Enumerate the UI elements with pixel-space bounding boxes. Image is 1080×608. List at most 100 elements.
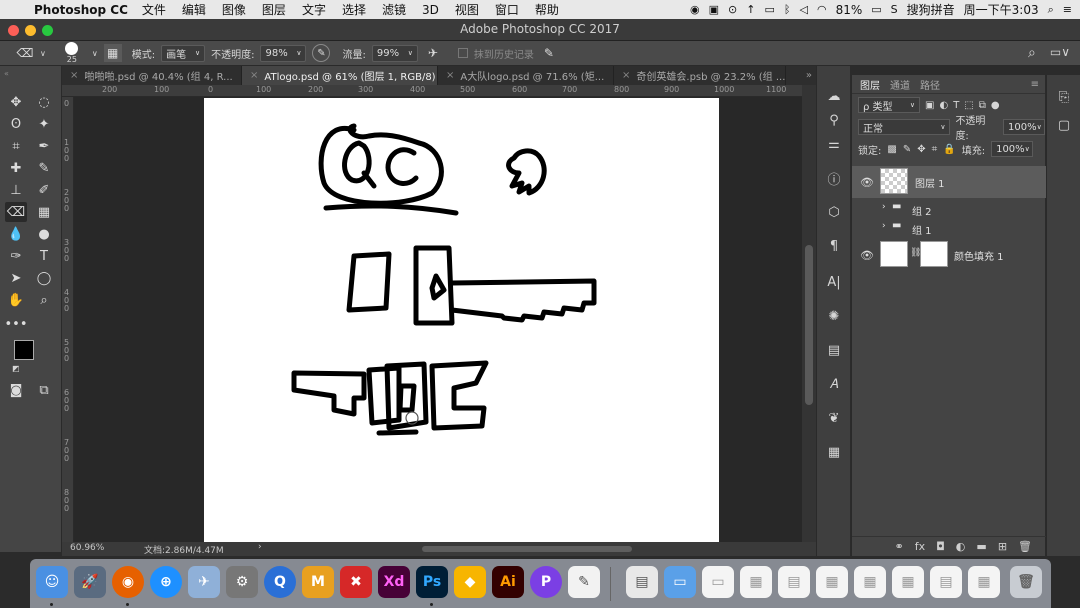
file-thumbnail-icon[interactable]: ▦ — [892, 566, 924, 598]
clock[interactable]: 周一下午3:03 — [964, 1, 1039, 18]
mode-select[interactable]: 画笔 ∨ — [161, 44, 206, 62]
xmind-icon[interactable]: ✖ — [340, 566, 372, 598]
expand-chevron-icon[interactable]: › — [882, 202, 886, 212]
battery-icon[interactable]: ▭ — [871, 3, 881, 16]
lasso-tool-icon[interactable]: ʘ — [5, 114, 27, 134]
foreground-color-swatch[interactable] — [14, 340, 34, 360]
screen-icon[interactable]: ▣ — [709, 3, 719, 16]
record-icon[interactable]: ◉ — [690, 3, 700, 16]
tab-document-3[interactable]: × A大队logo.psd @ 71.6% (矩... — [438, 66, 614, 85]
file-thumbnail-icon[interactable]: ▤ — [778, 566, 810, 598]
lock-transparent-icon[interactable]: ▩ — [887, 144, 896, 155]
preview-icon[interactable]: ✈ — [188, 566, 220, 598]
menu-file[interactable]: 文件 — [142, 1, 166, 18]
shape-tool-icon[interactable]: ◯ — [33, 268, 55, 288]
history-checkbox[interactable] — [457, 48, 468, 58]
blur-tool-icon[interactable]: 💧 — [5, 224, 27, 244]
crop-tool-icon[interactable]: ⌗ — [5, 136, 27, 156]
tab-channels[interactable]: 通道 — [890, 77, 910, 92]
menu-edit[interactable]: 编辑 — [182, 1, 206, 18]
input-method-icon[interactable]: S — [891, 3, 898, 16]
layer-name[interactable]: 组 1 — [912, 222, 932, 237]
filter-smart-icon[interactable]: ⧉ — [979, 100, 986, 111]
more-tools-icon[interactable]: ••• — [5, 314, 28, 334]
launchpad-icon[interactable]: 🚀 — [74, 566, 106, 598]
illustrator-icon[interactable]: Ai — [492, 566, 524, 598]
file-thumbnail-icon[interactable]: ▦ — [740, 566, 772, 598]
lock-image-icon[interactable]: ✎ — [903, 144, 911, 155]
clone-stamp-tool-icon[interactable]: ⊥ — [5, 180, 27, 200]
type-tool-icon[interactable]: T — [33, 246, 55, 266]
healing-brush-tool-icon[interactable]: ✚ — [5, 158, 27, 178]
menu-view[interactable]: 视图 — [455, 1, 479, 18]
file-thumbnail-icon[interactable]: ▤ — [930, 566, 962, 598]
search-icon[interactable]: ⌕ — [1028, 45, 1036, 61]
search-icon[interactable]: ⌕ — [1048, 3, 1054, 17]
mindnode-icon[interactable]: M — [302, 566, 334, 598]
new-layer-icon[interactable]: ⊞ — [998, 540, 1007, 553]
screen-mode-icon[interactable]: ⧉ — [33, 380, 55, 400]
downloads-folder-icon[interactable]: ▭ — [664, 566, 696, 598]
lock-position-icon[interactable]: ✥ — [917, 144, 925, 155]
tab-layers[interactable]: 图层 — [860, 77, 880, 92]
vertical-scrollbar[interactable] — [802, 85, 816, 542]
paragraph-icon[interactable]: ¶ — [824, 236, 844, 256]
eraser-tool-icon[interactable]: ⌫ — [5, 202, 27, 222]
menu-help[interactable]: 帮助 — [535, 1, 559, 18]
pressure-size-icon[interactable]: ✎ — [540, 44, 558, 62]
path-selection-tool-icon[interactable]: ➤ — [5, 268, 27, 288]
airbrush-icon[interactable]: ✈ — [424, 44, 442, 62]
layer-row-group1[interactable]: › ▬ 组 1 — [852, 218, 1046, 237]
opacity-input[interactable]: 98% ∨ — [260, 44, 307, 62]
blend-mode-select[interactable]: 正常 ∨ — [858, 119, 951, 135]
brush-chevron-icon[interactable]: ∨ — [92, 49, 98, 58]
info-icon[interactable]: ⓘ — [824, 168, 844, 188]
new-group-icon[interactable]: ▬ — [976, 540, 986, 553]
preset-chevron-icon[interactable]: ∨ — [40, 49, 46, 58]
layer-opacity-input[interactable]: 100% ∨ — [1003, 119, 1045, 135]
tab-document-1[interactable]: × 啪啪啪.psd @ 40.4% (组 4, R... — [62, 66, 242, 85]
expand-chevron-icon[interactable]: › — [882, 221, 886, 231]
close-tab-icon[interactable]: × — [250, 70, 258, 81]
link-layers-icon[interactable]: ⚭ — [894, 540, 903, 553]
visibility-eye-icon[interactable]: 👁 — [860, 249, 874, 262]
safari-icon[interactable]: ⊕ — [150, 566, 182, 598]
wifi-icon[interactable]: ◠ — [817, 3, 827, 16]
fill-input[interactable]: 100% ∨ — [991, 141, 1034, 157]
dodge-tool-icon[interactable]: ● — [33, 224, 55, 244]
character-icon[interactable]: A| — [824, 272, 844, 292]
add-mask-icon[interactable]: ◘ — [936, 540, 945, 553]
file-thumbnail-icon[interactable]: ▦ — [968, 566, 1000, 598]
adobe-xd-icon[interactable]: Xd — [378, 566, 410, 598]
close-tab-icon[interactable]: × — [446, 70, 454, 81]
pages-icon[interactable]: ✎ — [568, 566, 600, 598]
menu-layer[interactable]: 图层 — [262, 1, 286, 18]
history-brush-tool-icon[interactable]: ✐ — [33, 180, 55, 200]
menu-window[interactable]: 窗口 — [495, 1, 519, 18]
pressure-opacity-icon[interactable]: ✎ — [312, 44, 331, 62]
hand-tool-icon[interactable]: ✋ — [5, 290, 27, 310]
file-thumbnail-icon[interactable]: ▭ — [702, 566, 734, 598]
bluetooth-icon[interactable]: ᛒ — [784, 3, 791, 16]
tab-document-2[interactable]: × ATlogo.psd @ 61% (图层 1, RGB/8) * — [242, 66, 438, 85]
quick-mask-icon[interactable]: ◙ — [5, 380, 27, 400]
layer-row-group2[interactable]: › ▬ 组 2 — [852, 199, 1046, 218]
layer-name[interactable]: 组 2 — [912, 203, 932, 218]
layer-row-layer1[interactable]: 👁 图层 1 — [852, 166, 1046, 198]
zoom-tool-icon[interactable]: ⌕ — [33, 290, 55, 310]
filter-toggle-icon[interactable]: ● — [991, 100, 1000, 111]
brush-settings-icon[interactable]: ✺ — [824, 306, 844, 326]
channels-icon[interactable]: ▤ — [824, 340, 844, 360]
libraries-icon[interactable]: ☁ — [824, 86, 844, 106]
menu-image[interactable]: 图像 — [222, 1, 246, 18]
adjustments-icon[interactable]: ⚲ — [824, 110, 844, 130]
filter-adjust-icon[interactable]: ◐ — [939, 100, 948, 111]
brush-preview[interactable]: 25 — [58, 42, 86, 64]
glyphs-icon[interactable]: 𝐴 — [824, 374, 844, 394]
status-menu-icon[interactable]: › — [258, 542, 262, 552]
file-thumbnail-icon[interactable]: ▦ — [854, 566, 886, 598]
pricetag-icon[interactable]: P — [530, 566, 562, 598]
marquee-tool-icon[interactable]: ◌ — [33, 92, 55, 112]
filter-shape-icon[interactable]: ⬚ — [964, 100, 973, 111]
tab-overflow-icon[interactable]: » — [786, 66, 818, 85]
